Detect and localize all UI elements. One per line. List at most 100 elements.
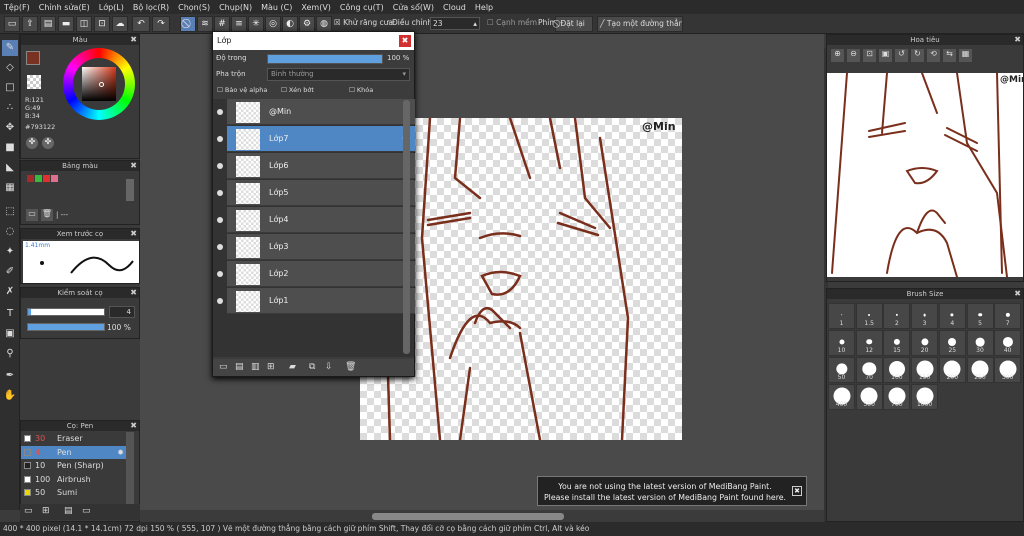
delete-layer-icon[interactable]: 🗑 <box>345 362 356 372</box>
menu-item[interactable]: Help <box>475 3 493 12</box>
palette-swatch[interactable] <box>27 175 34 182</box>
menu-item[interactable]: Chỉnh sửa(E) <box>39 3 90 12</box>
cloud-icon[interactable]: ☁ <box>112 16 128 32</box>
undo-icon[interactable]: ↶ <box>132 16 150 32</box>
menu-item[interactable]: Chụp(N) <box>219 3 252 12</box>
close-icon[interactable]: ✖ <box>399 35 411 47</box>
grid-snap-icon[interactable]: # <box>214 16 230 32</box>
export-icon[interactable]: ⊡ <box>94 16 110 32</box>
brush-size-option[interactable]: 300 <box>994 357 1022 383</box>
brush-copy-icon[interactable]: ▤ <box>64 506 73 516</box>
brush-size-option[interactable]: 1000 <box>911 384 939 410</box>
brush-size-option[interactable]: 1.5 <box>855 303 883 329</box>
correction-select[interactable]: 23 ▴ <box>430 17 480 30</box>
radial-snap-icon[interactable]: ✳ <box>248 16 264 32</box>
brush-tool-icon[interactable]: ✎ <box>2 40 18 56</box>
brush-item[interactable]: 4 Pen ✹ <box>21 445 127 459</box>
open-file-icon[interactable]: ⇪ <box>22 16 38 32</box>
visibility-icon[interactable] <box>217 298 223 304</box>
brush-item[interactable]: 30 Eraser <box>21 432 127 445</box>
move-tool-icon[interactable]: ✥ <box>2 120 18 136</box>
close-icon[interactable]: ✖ <box>130 421 137 431</box>
menu-item[interactable]: Chọn(S) <box>178 3 210 12</box>
new-8bit-layer-icon[interactable]: ▤ <box>235 362 244 372</box>
visibility-icon[interactable] <box>217 109 223 115</box>
palette-swatch[interactable] <box>35 175 42 182</box>
add-brush-icon[interactable]: ▭ <box>24 506 33 516</box>
select-eraser-icon[interactable]: ✗ <box>2 284 18 300</box>
gear-icon[interactable]: ✹ <box>117 446 124 459</box>
flip-icon[interactable]: ⇆ <box>943 49 956 62</box>
visibility-icon[interactable] <box>217 136 223 142</box>
select-pen-icon[interactable]: ✐ <box>2 264 18 280</box>
reset-rotate-icon[interactable]: ⟲ <box>927 49 940 62</box>
brush-size-option[interactable]: 4 <box>938 303 966 329</box>
delete-palette-icon[interactable]: 🗑 <box>41 209 53 221</box>
layer-row[interactable]: Lớp7✹ <box>227 126 415 152</box>
close-icon[interactable]: ✖ <box>130 161 137 171</box>
hue-wheel[interactable] <box>63 48 135 120</box>
size-value[interactable]: 4 <box>109 306 135 318</box>
canvas-hscroll-thumb[interactable] <box>372 513 564 520</box>
folder-icon[interactable]: ▰ <box>289 362 296 372</box>
eyedropper-icon[interactable]: ⚲ <box>2 346 18 362</box>
zoom-in-icon[interactable]: ⊕ <box>831 49 844 62</box>
menu-item[interactable]: Bộ lọc(R) <box>133 3 169 12</box>
transparent-swatch[interactable] <box>27 75 41 89</box>
pen-tool-icon[interactable]: ✒ <box>2 368 18 384</box>
brush-size-option[interactable]: 3 <box>911 303 939 329</box>
fit-icon[interactable]: ⊡ <box>863 49 876 62</box>
layer-row[interactable]: Lớp2 <box>227 261 415 287</box>
hand-tool-icon[interactable]: ✋ <box>2 388 18 404</box>
panel-tool-icon[interactable]: ▣ <box>2 326 18 342</box>
main-color-swatch[interactable] <box>26 51 40 65</box>
brush-size-option[interactable]: 50 <box>828 357 855 383</box>
navigator-option-icon[interactable]: ▦ <box>959 49 972 62</box>
layer-opacity-slider[interactable] <box>267 54 383 64</box>
navigator-preview[interactable]: @Min <box>827 73 1023 277</box>
brush-size-option[interactable]: 7 <box>994 303 1022 329</box>
brush-size-option[interactable]: 5 <box>966 303 994 329</box>
close-icon[interactable]: ✖ <box>130 35 137 45</box>
circle-snap-icon[interactable]: ◎ <box>265 16 281 32</box>
bucket-tool-icon[interactable]: ◣ <box>2 160 18 176</box>
gradient-tool-icon[interactable]: ▦ <box>2 180 18 196</box>
brush-item[interactable]: 10 Pen (Sharp) <box>21 459 127 472</box>
brush-size-option[interactable]: 150 <box>911 357 939 383</box>
update-notification[interactable]: You are not using the latest version of … <box>537 476 807 506</box>
brush-size-option[interactable]: 1 <box>828 303 855 329</box>
brush-size-option[interactable]: 250 <box>966 357 994 383</box>
menu-item[interactable]: Cửa sổ(W) <box>393 3 434 12</box>
select-tool-icon[interactable]: ⬚ <box>2 204 18 220</box>
new-palette-icon[interactable]: ▭ <box>26 209 38 221</box>
brush-size-option[interactable]: 200 <box>938 357 966 383</box>
rotate-right-icon[interactable]: ↻ <box>911 49 924 62</box>
rect-tool-icon[interactable]: □ <box>2 80 18 96</box>
color-cursor[interactable] <box>99 82 104 87</box>
size-slider[interactable] <box>27 308 105 316</box>
cross-snap-icon[interactable]: ≡ <box>231 16 247 32</box>
rotate-left-icon[interactable]: ↺ <box>895 49 908 62</box>
blend-select[interactable]: Bình thường ▾ <box>267 68 410 81</box>
brush-size-option[interactable]: 20 <box>911 330 939 356</box>
fill-rect-tool-icon[interactable]: ■ <box>2 140 18 156</box>
color-mode-icon[interactable]: ✤ <box>26 137 38 149</box>
clip-checkbox[interactable]: ☐ Xén bớt <box>281 86 314 94</box>
brush-size-option[interactable]: 500 <box>855 384 883 410</box>
brush-item[interactable]: 100 Airbrush <box>21 473 127 486</box>
layer-row[interactable]: Lớp1 <box>227 288 415 314</box>
palette-swatch[interactable] <box>51 175 58 182</box>
layer-row[interactable]: Lớp5 <box>227 180 415 206</box>
brush-size-option[interactable]: 30 <box>966 330 994 356</box>
palette-swatch[interactable] <box>43 175 50 182</box>
text-tool-icon[interactable]: T <box>2 306 18 322</box>
brush-size-option[interactable]: 10 <box>828 330 855 356</box>
chat-icon[interactable]: ◫ <box>76 16 92 32</box>
close-icon[interactable]: ✖ <box>130 229 137 239</box>
curve-snap-icon[interactable]: ◐ <box>282 16 298 32</box>
comment-icon[interactable]: ▬ <box>58 16 74 32</box>
menu-item[interactable]: Lớp(L) <box>99 3 124 12</box>
menu-item[interactable]: Cloud <box>443 3 466 12</box>
menu-item[interactable]: Màu (C) <box>261 3 292 12</box>
brush-size-option[interactable]: 40 <box>994 330 1022 356</box>
